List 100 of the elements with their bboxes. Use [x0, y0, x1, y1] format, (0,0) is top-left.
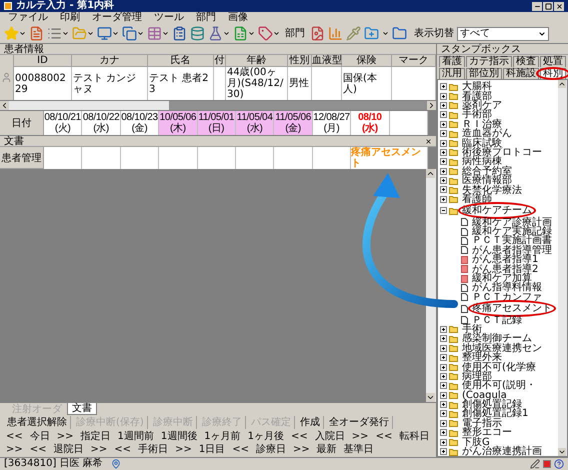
- navigation-button[interactable]: 1日目: [196, 443, 228, 456]
- tree-item[interactable]: がん指導料情報: [472, 282, 542, 294]
- date-cell[interactable]: 10/05/06(木): [159, 111, 198, 135]
- navigation-button[interactable]: <<: [4, 430, 25, 443]
- flask-icon[interactable]: [208, 26, 223, 41]
- pen-icon[interactable]: [530, 459, 540, 469]
- date-cell[interactable]: 12/08/27(月): [312, 111, 352, 135]
- minimize-icon[interactable]: [532, 2, 542, 10]
- expand-icon[interactable]: [440, 168, 447, 175]
- scroll-up-icon[interactable]: [426, 169, 435, 178]
- expand-icon[interactable]: [440, 111, 447, 118]
- expand-icon[interactable]: [440, 372, 447, 380]
- navigation-button[interactable]: >>: [88, 443, 110, 456]
- scroll-left-icon[interactable]: [0, 101, 9, 110]
- stamp-tab[interactable]: 汎用: [439, 68, 465, 79]
- expand-icon[interactable]: [440, 401, 447, 408]
- expand-icon[interactable]: [440, 326, 447, 333]
- date-cell[interactable]: 08/10/22(水): [82, 111, 121, 135]
- navigation-button[interactable]: 指定日: [78, 430, 113, 443]
- toolbar-button[interactable]: 部門: [283, 26, 307, 41]
- expand-icon[interactable]: [440, 438, 447, 446]
- close-icon[interactable]: [425, 138, 432, 144]
- stamp-tab[interactable]: 検査: [513, 56, 539, 67]
- menu-item[interactable]: 印刷: [60, 12, 80, 24]
- menu-item[interactable]: オーダ管理: [92, 12, 142, 24]
- expand-icon[interactable]: [440, 354, 447, 362]
- tag-icon[interactable]: [258, 26, 273, 41]
- maximize-icon[interactable]: [543, 2, 553, 10]
- expand-icon[interactable]: [440, 102, 447, 109]
- date-cell[interactable]: 08/10(水): [351, 111, 390, 135]
- expand-icon[interactable]: [440, 420, 447, 427]
- tree-item[interactable]: がん患者指導管理: [472, 244, 552, 256]
- navigation-button[interactable]: 1ヶ月後: [246, 430, 286, 443]
- expand-icon[interactable]: [440, 392, 447, 399]
- expand-icon[interactable]: [440, 92, 447, 100]
- vertical-scrollbar[interactable]: [426, 169, 436, 402]
- navigation-button[interactable]: 転科日: [397, 430, 432, 443]
- star-icon[interactable]: [4, 26, 19, 41]
- expand-icon[interactable]: [440, 335, 447, 342]
- stamp-tab[interactable]: 看護: [439, 56, 465, 67]
- dropdown-caret-icon[interactable]: [137, 30, 144, 37]
- tree-item[interactable]: (Coagula: [462, 390, 507, 401]
- expand-icon[interactable]: [440, 364, 447, 371]
- dropdown-caret-icon[interactable]: [19, 30, 26, 37]
- map-pin-icon[interactable]: [110, 459, 121, 469]
- stamp-tab[interactable]: 処置: [540, 56, 566, 67]
- tree-item[interactable]: 失禁化学療法: [462, 184, 522, 196]
- help-icon[interactable]: [554, 459, 564, 469]
- date-cell[interactable]: 08/10/21(火): [44, 111, 82, 135]
- expand-icon[interactable]: [440, 130, 447, 138]
- expand-icon[interactable]: [440, 344, 447, 352]
- tree-item[interactable]: がん治療連携計画: [462, 446, 542, 458]
- navigation-button[interactable]: <<: [374, 430, 394, 443]
- navigation-button[interactable]: >>: [54, 430, 76, 443]
- tree-item[interactable]: 病性病棟: [462, 156, 502, 168]
- dropdown-caret-icon[interactable]: [112, 30, 119, 37]
- scroll-right-icon[interactable]: [427, 101, 436, 110]
- tree-item[interactable]: 看護師: [462, 194, 492, 205]
- menu-item[interactable]: 画像: [228, 12, 248, 24]
- expand-icon[interactable]: [440, 120, 447, 128]
- expand-icon[interactable]: [440, 410, 447, 418]
- date-cell[interactable]: 11/05/01(日): [198, 111, 236, 135]
- expand-icon[interactable]: [440, 382, 447, 390]
- action-button[interactable]: 患者選択解除: [4, 416, 71, 428]
- scroll-down-icon[interactable]: [426, 393, 435, 402]
- navigation-button[interactable]: 退院日: [52, 443, 86, 456]
- close-icon[interactable]: [554, 2, 564, 10]
- expand-icon[interactable]: [440, 429, 447, 436]
- date-cell[interactable]: 11/05/04(水): [236, 111, 274, 135]
- dropdown-caret-icon[interactable]: [538, 30, 546, 38]
- navigation-button[interactable]: >>: [173, 443, 194, 456]
- dropdown-caret-icon[interactable]: [273, 30, 280, 37]
- dropdown-caret-icon[interactable]: [382, 30, 389, 37]
- date-cell[interactable]: [390, 111, 428, 135]
- expand-icon[interactable]: [440, 140, 447, 147]
- navigation-button[interactable]: 入院日: [312, 430, 347, 443]
- navigation-button[interactable]: 1ヶ月前: [202, 430, 243, 443]
- image-file-icon[interactable]: [310, 26, 325, 41]
- stamp-tab[interactable]: 部位別: [466, 68, 502, 79]
- stamp-tab[interactable]: カテ指示: [466, 56, 512, 67]
- scroll-thumb[interactable]: [169, 101, 427, 110]
- navigation-button[interactable]: <<: [28, 443, 49, 456]
- folder-icon[interactable]: [392, 26, 407, 41]
- tree-item[interactable]: 使用不可(説明・: [462, 380, 536, 392]
- scroll-down-icon[interactable]: [558, 448, 566, 456]
- date-cell[interactable]: 08/10/23(金): [120, 111, 160, 135]
- collapse-icon[interactable]: [440, 207, 447, 214]
- expand-icon[interactable]: [440, 196, 447, 203]
- menu-item[interactable]: 部門: [196, 12, 216, 24]
- expand-icon[interactable]: [440, 83, 447, 90]
- dropdown-caret-icon[interactable]: [248, 30, 255, 37]
- navigation-button[interactable]: 基準日: [342, 443, 376, 456]
- navigation-button[interactable]: >>: [290, 443, 312, 456]
- navigation-button[interactable]: <<: [230, 443, 251, 456]
- navigation-button[interactable]: <<: [112, 443, 134, 456]
- navigation-button[interactable]: 手術日: [136, 443, 170, 456]
- expand-icon[interactable]: [440, 158, 447, 166]
- navigation-button[interactable]: 今日: [28, 430, 52, 443]
- navigation-button[interactable]: 最新: [314, 443, 339, 456]
- navigation-button[interactable]: 1週間後: [158, 430, 200, 443]
